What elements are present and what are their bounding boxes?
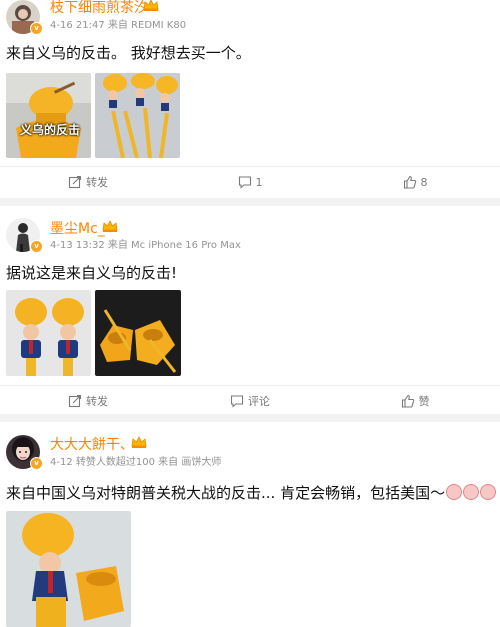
post-2: v 墨尘Mc_ 4-13 13:32 来自 Mc iPhone 16 Pro M… bbox=[0, 206, 500, 414]
repost-button[interactable]: 转发 bbox=[28, 386, 148, 416]
username[interactable]: 大大大餅干、 bbox=[50, 434, 134, 454]
crown-icon bbox=[131, 436, 147, 448]
crown-icon bbox=[143, 0, 159, 11]
repost-icon bbox=[68, 394, 82, 408]
angry-face-icon bbox=[480, 484, 497, 500]
post-image[interactable] bbox=[95, 73, 180, 158]
thumbs-up-icon bbox=[401, 394, 414, 408]
post-image[interactable] bbox=[6, 511, 131, 627]
comment-icon bbox=[230, 395, 244, 408]
post-content: 来自义乌的反击。 我好想去买一个。 bbox=[6, 44, 251, 62]
post-meta: 4-13 13:32 来自 Mc iPhone 16 Pro Max bbox=[50, 240, 241, 251]
repost-label: 转发 bbox=[86, 176, 108, 189]
post-1: v 枝下细雨煎茶汐 4-16 21:47 来自 REDMI K80 来自义乌的反… bbox=[0, 0, 500, 198]
comment-icon bbox=[238, 176, 251, 189]
crown-icon bbox=[102, 220, 118, 232]
comment-label: 评论 bbox=[248, 395, 270, 408]
verified-badge-icon: v bbox=[30, 240, 43, 253]
angry-face-icon bbox=[463, 484, 480, 500]
post-meta: 4-16 21:47 来自 REDMI K80 bbox=[50, 20, 187, 31]
repost-label: 转发 bbox=[86, 395, 108, 408]
thumbs-up-icon bbox=[403, 175, 416, 189]
like-label: 赞 bbox=[418, 395, 430, 408]
post-image[interactable] bbox=[95, 290, 181, 376]
post-image[interactable] bbox=[6, 290, 91, 376]
username[interactable]: 墨尘Mc_ bbox=[50, 218, 105, 238]
verified-badge-icon: v bbox=[30, 457, 43, 470]
comment-button[interactable]: 评论 bbox=[190, 386, 310, 416]
image-overlay-text: 义乌的反击 bbox=[20, 123, 81, 137]
post-image[interactable]: 义乌的反击 bbox=[6, 73, 91, 158]
action-bar: 转发 1 8 bbox=[0, 166, 500, 197]
repost-icon bbox=[68, 175, 82, 189]
post-3: v 大大大餅干、 4-12 转赞人数超过100 来自 画饼大师 来自中国义乌对特… bbox=[0, 422, 500, 627]
comment-button[interactable]: 1 bbox=[190, 167, 310, 197]
like-button[interactable]: 赞 bbox=[355, 386, 475, 416]
like-count: 8 bbox=[420, 175, 428, 189]
comment-count: 1 bbox=[255, 175, 263, 189]
verified-badge-icon: v bbox=[30, 22, 43, 35]
like-button[interactable]: 8 bbox=[355, 167, 475, 197]
repost-button[interactable]: 转发 bbox=[28, 167, 148, 197]
angry-face-icon bbox=[446, 484, 463, 500]
post-meta: 4-12 转赞人数超过100 来自 画饼大师 bbox=[50, 457, 222, 468]
username[interactable]: 枝下细雨煎茶汐 bbox=[50, 0, 148, 17]
action-bar: 转发 评论 赞 bbox=[0, 385, 500, 416]
post-content: 据说这是来自义乌的反击! bbox=[6, 264, 178, 282]
post-content-text: 来自中国义乌对特朗普关税大战的反击... 肯定会畅销，包括美国～ bbox=[6, 484, 446, 502]
post-content: 来自中国义乌对特朗普关税大战的反击... 肯定会畅销，包括美国～ bbox=[6, 482, 497, 503]
